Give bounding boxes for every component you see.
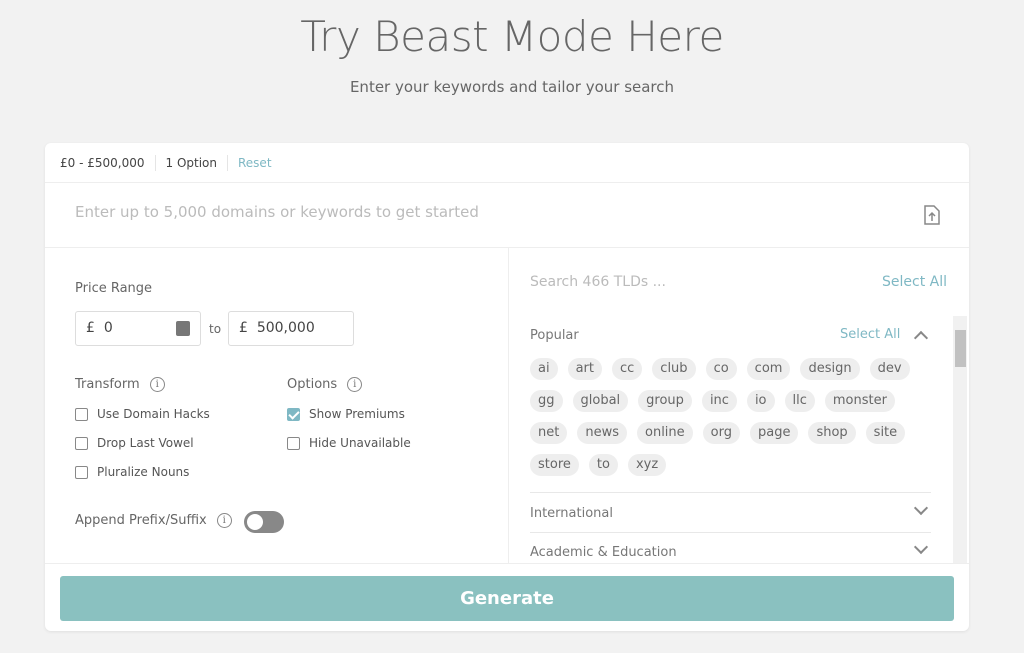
tld-search-input[interactable] xyxy=(530,274,780,290)
section-international[interactable]: International xyxy=(530,506,613,521)
tld-chip-art[interactable]: art xyxy=(567,358,602,380)
tld-chip-news[interactable]: news xyxy=(577,422,627,444)
append-heading: Append Prefix/Suffix i xyxy=(75,513,232,528)
transform-label: Transform xyxy=(75,377,140,392)
info-icon[interactable]: i xyxy=(149,377,165,392)
keyword-area xyxy=(45,183,969,248)
price-min-value: 0 xyxy=(103,320,113,336)
price-summary: £0 - £500,000 xyxy=(60,154,156,171)
tld-chip-ai[interactable]: ai xyxy=(530,358,558,380)
checkbox-drop-last-vowel[interactable]: Drop Last Vowel xyxy=(75,436,194,450)
tld-chip-group[interactable]: group xyxy=(638,390,692,412)
tld-chip-to[interactable]: to xyxy=(588,454,618,476)
tld-chip-global[interactable]: global xyxy=(572,390,629,412)
checkbox-pluralize-nouns[interactable]: Pluralize Nouns xyxy=(75,465,189,479)
append-toggle[interactable] xyxy=(244,511,284,533)
tld-list: Popular Select All ai art cc club co com desig… xyxy=(509,316,969,563)
tld-chip-design[interactable]: design xyxy=(800,358,860,380)
checkbox-hide-unavailable[interactable]: Hide Unavailable xyxy=(287,436,411,450)
divider xyxy=(530,532,931,533)
info-icon[interactable]: i xyxy=(216,513,232,528)
checkbox-checked[interactable] xyxy=(287,407,300,421)
page-title: Try Beast Mode Here xyxy=(300,12,724,61)
price-range-label: Price Range xyxy=(75,281,153,296)
tld-chip-page[interactable]: page xyxy=(749,422,799,444)
checkbox-label: Show Premiums xyxy=(309,407,405,421)
tld-chip-dev[interactable]: dev xyxy=(869,358,910,380)
tld-chip-online[interactable]: online xyxy=(637,422,693,444)
checkbox-label: Hide Unavailable xyxy=(309,436,411,450)
filter-summary: £0 - £500,000 1 Option Reset xyxy=(45,143,969,183)
tld-chip-site[interactable]: site xyxy=(865,422,906,444)
tld-chip-monster[interactable]: monster xyxy=(824,390,895,412)
transform-heading: Transform i xyxy=(75,377,165,392)
checkbox[interactable] xyxy=(287,436,300,450)
keywords-input[interactable] xyxy=(75,203,895,221)
price-min-field[interactable]: £ 0 xyxy=(75,311,201,346)
tld-chip-org[interactable]: org xyxy=(702,422,740,444)
select-all-tlds[interactable]: Select All xyxy=(882,274,947,290)
price-max-field[interactable]: £ 500,000 xyxy=(228,311,354,346)
upload-file-icon[interactable] xyxy=(923,205,941,225)
checkbox[interactable] xyxy=(75,407,88,421)
tld-chip-co[interactable]: co xyxy=(705,358,737,380)
divider xyxy=(530,492,931,493)
tld-panel: Select All Popular Select All aiartccclu… xyxy=(509,248,969,563)
info-icon[interactable]: i xyxy=(347,377,363,392)
footer: Generate xyxy=(45,563,969,631)
tld-chip-com[interactable]: com xyxy=(746,358,791,380)
price-max-value: 500,000 xyxy=(256,320,315,336)
tld-chip-inc[interactable]: inc xyxy=(701,390,737,412)
search-card: £0 - £500,000 1 Option Reset Price Range… xyxy=(45,143,969,631)
tld-chip-club[interactable]: club xyxy=(652,358,696,380)
to-label: to xyxy=(209,322,222,336)
options-panel: Price Range £ 0 to £ 500,000 Transform i … xyxy=(45,248,509,563)
checkbox-show-premiums[interactable]: Show Premiums xyxy=(287,407,405,421)
options-label: Options xyxy=(287,377,338,392)
checkbox-use-domain-hacks[interactable]: Use Domain Hacks xyxy=(75,407,210,421)
chevron-down-icon[interactable] xyxy=(913,500,929,516)
section-academic-education[interactable]: Academic & Education xyxy=(530,545,677,560)
scrollbar-thumb[interactable] xyxy=(955,330,966,367)
tld-chip-gg[interactable]: gg xyxy=(530,390,563,412)
tld-chip-store[interactable]: store xyxy=(530,454,579,476)
tld-chips: ai art cc club co com design dev gg global group in… xyxy=(530,358,930,476)
currency-symbol: £ xyxy=(239,320,248,336)
generate-button[interactable]: Generate xyxy=(60,576,954,621)
checkbox-label: Drop Last Vowel xyxy=(97,436,194,450)
section-popular[interactable]: Popular xyxy=(530,328,579,343)
reset-link[interactable]: Reset xyxy=(228,155,282,171)
tld-chip-llc[interactable]: llc xyxy=(784,390,815,412)
checkbox-label: Pluralize Nouns xyxy=(97,465,190,479)
options-heading: Options i xyxy=(287,377,363,392)
scrollbar[interactable] xyxy=(953,316,967,563)
checkbox[interactable] xyxy=(75,465,88,479)
append-label: Append Prefix/Suffix xyxy=(75,513,207,528)
checkbox-label: Use Domain Hacks xyxy=(97,407,210,421)
tld-chip-io[interactable]: io xyxy=(746,390,775,412)
number-pad-icon xyxy=(176,321,190,336)
tld-chip-xyz[interactable]: xyz xyxy=(627,454,667,476)
tld-chip-cc[interactable]: cc xyxy=(612,358,643,380)
options-summary: 1 Option xyxy=(156,154,228,171)
currency-symbol: £ xyxy=(86,320,95,336)
tld-chip-net[interactable]: net xyxy=(530,422,568,444)
select-all-popular[interactable]: Select All xyxy=(840,327,900,342)
chevron-up-icon[interactable] xyxy=(913,330,929,346)
checkbox[interactable] xyxy=(75,436,88,450)
page-subtitle: Enter your keywords and tailor your sear… xyxy=(349,78,675,96)
chevron-down-icon[interactable] xyxy=(913,539,929,555)
tld-chip-shop[interactable]: shop xyxy=(808,422,856,444)
